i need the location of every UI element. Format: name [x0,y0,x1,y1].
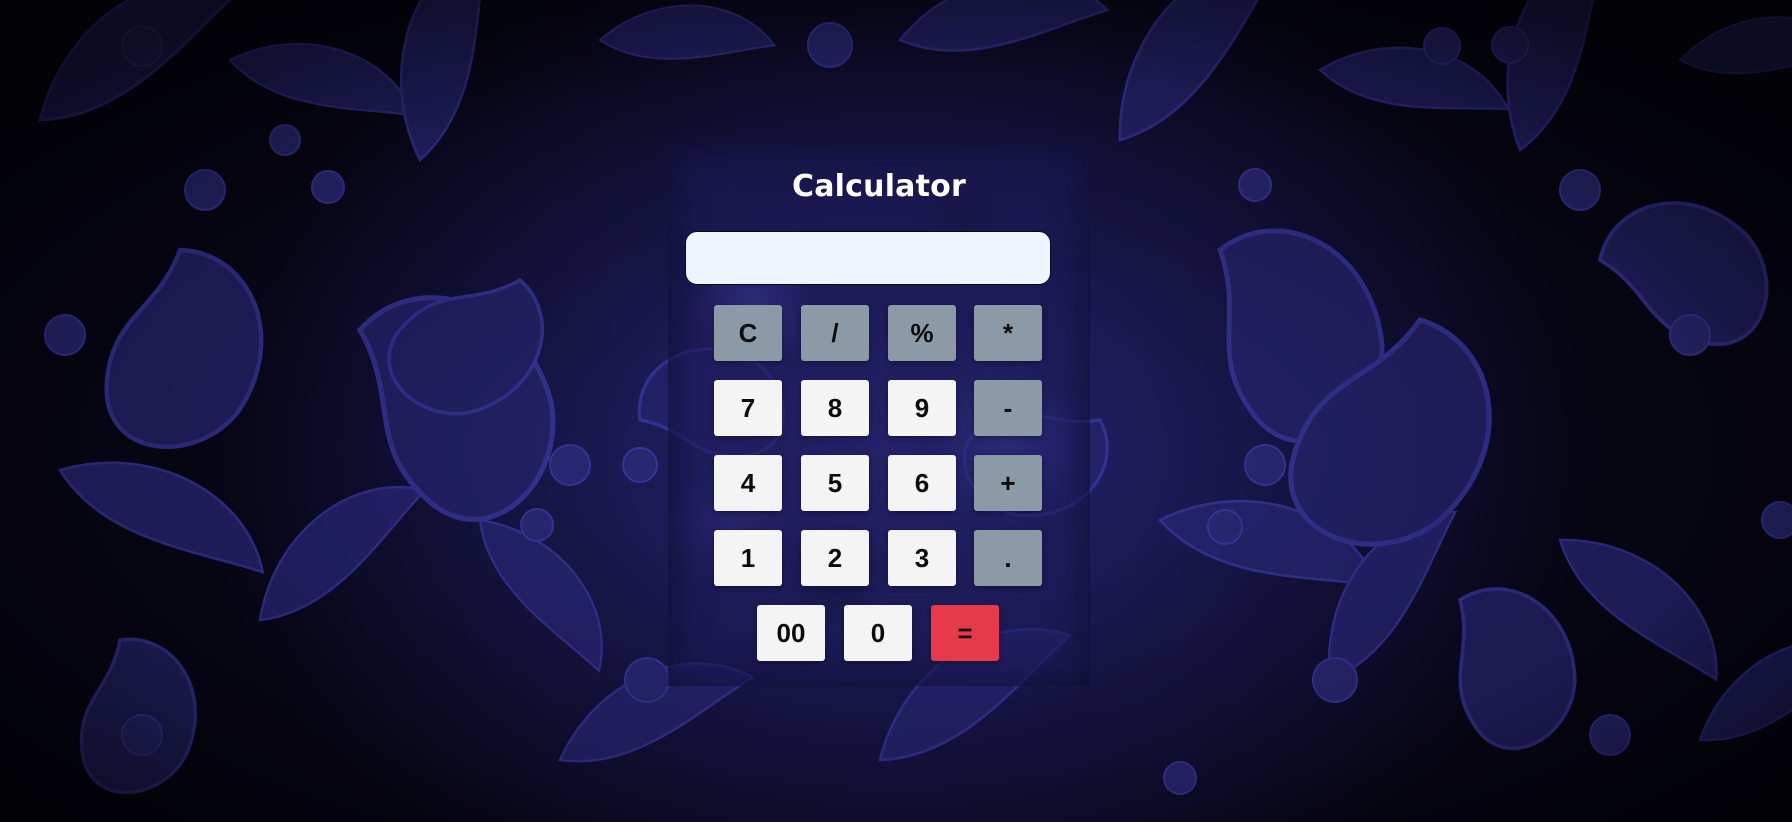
calculator-panel: Calculator C / % * 7 8 9 - 4 5 6 + 1 2 3… [668,143,1090,686]
digit-4-button[interactable]: 4 [714,455,782,511]
digit-6-button[interactable]: 6 [888,455,956,511]
digit-9-button[interactable]: 9 [888,380,956,436]
digit-0-button[interactable]: 0 [844,605,912,661]
calculator-title: Calculator [792,169,966,204]
divide-button[interactable]: / [801,305,869,361]
equals-button[interactable]: = [931,605,999,661]
calculator-display-input[interactable] [685,231,1051,285]
percent-button[interactable]: % [888,305,956,361]
multiply-button[interactable]: * [974,305,1042,361]
double-zero-button[interactable]: 00 [757,605,825,661]
minus-button[interactable]: - [974,380,1042,436]
digit-5-button[interactable]: 5 [801,455,869,511]
decimal-button[interactable]: . [974,530,1042,586]
digit-3-button[interactable]: 3 [888,530,956,586]
digit-8-button[interactable]: 8 [801,380,869,436]
clear-button[interactable]: C [714,305,782,361]
digit-2-button[interactable]: 2 [801,530,869,586]
digit-7-button[interactable]: 7 [714,380,782,436]
plus-button[interactable]: + [974,455,1042,511]
digit-1-button[interactable]: 1 [714,530,782,586]
page-background: Calculator C / % * 7 8 9 - 4 5 6 + 1 2 3… [0,0,1792,822]
